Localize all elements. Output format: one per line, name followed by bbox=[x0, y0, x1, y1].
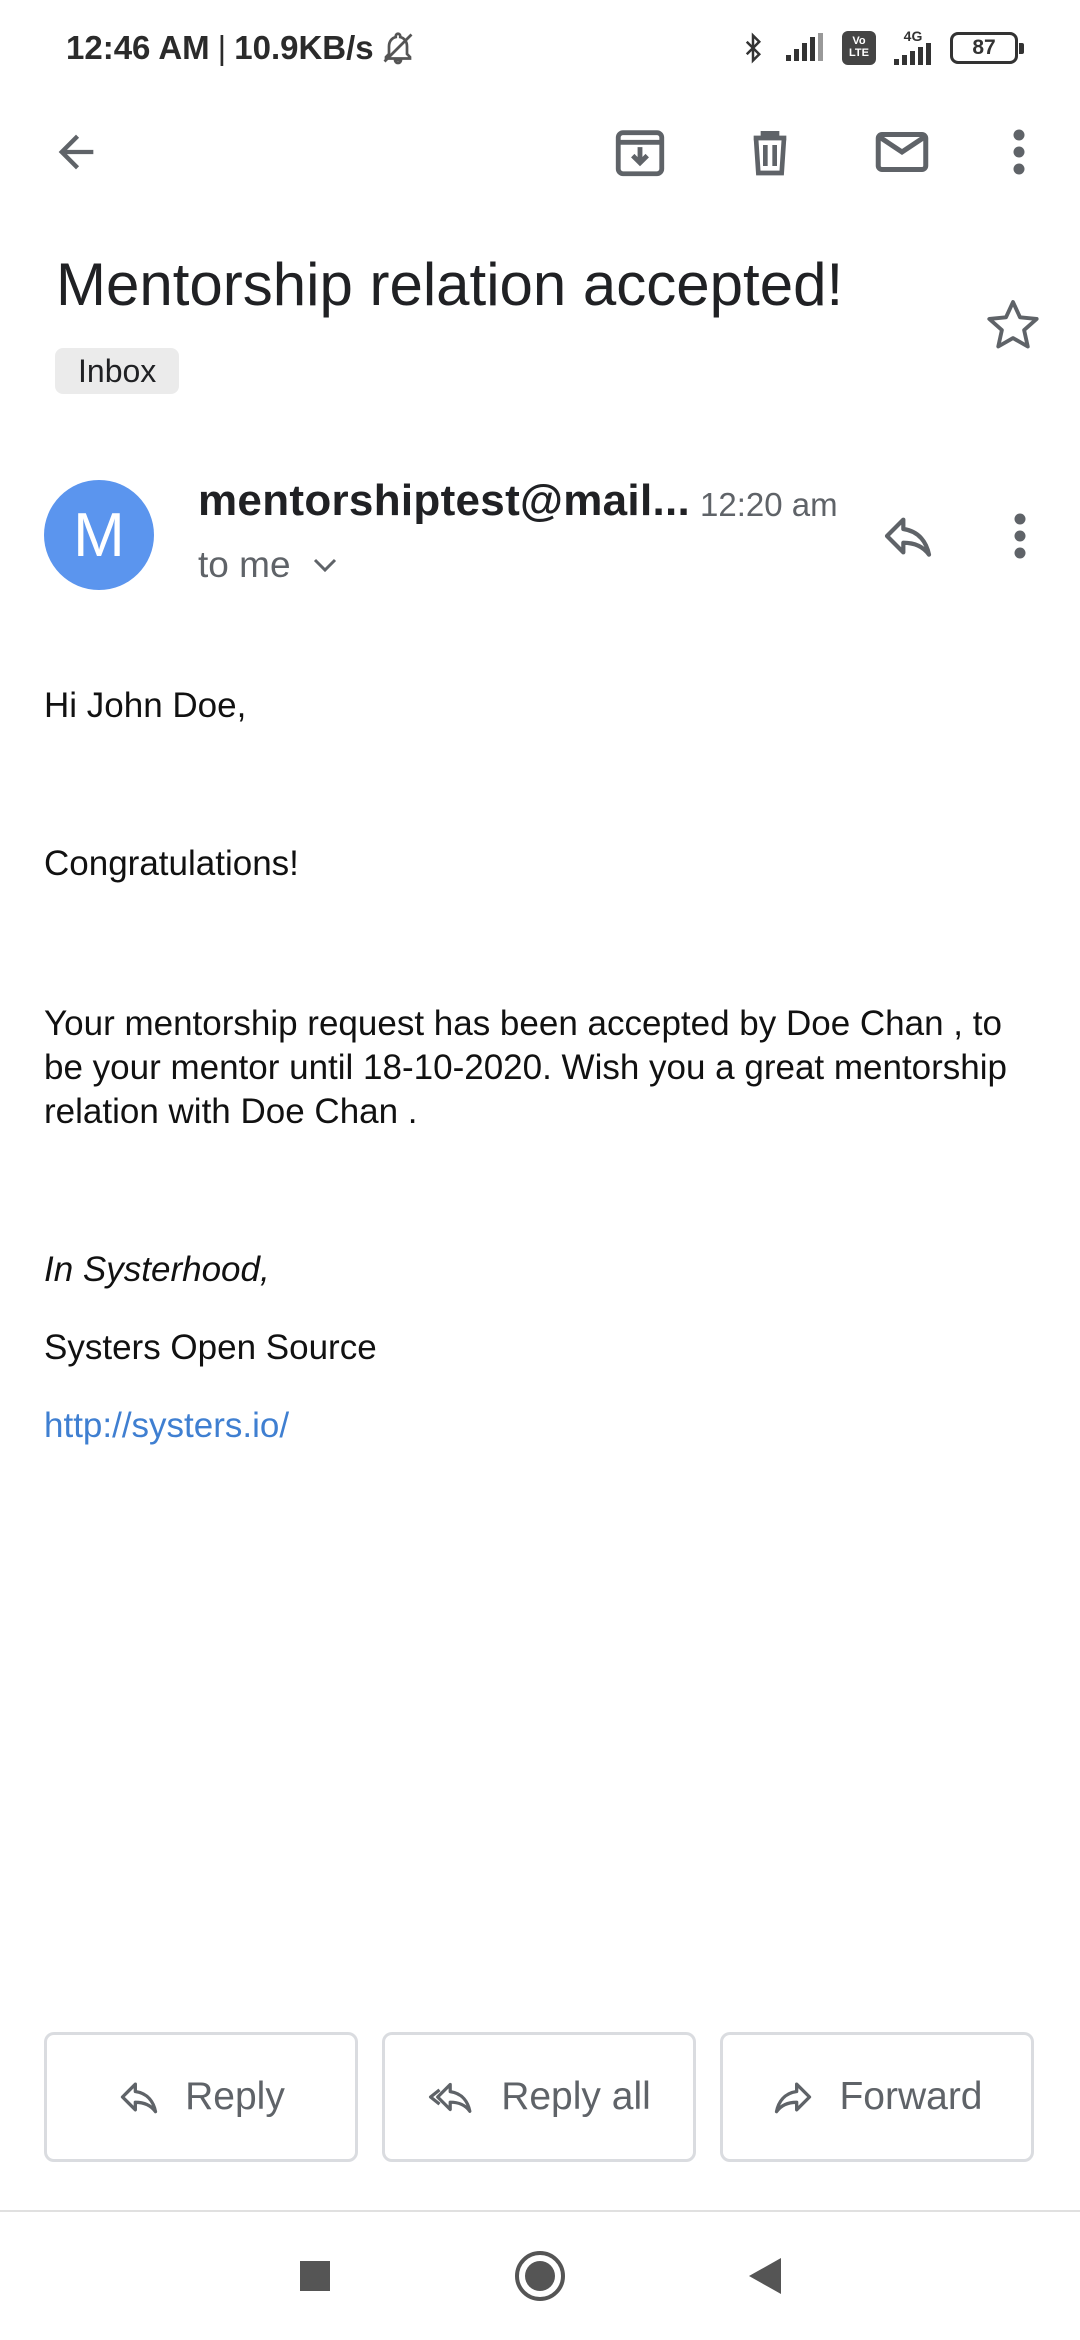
sent-time: 12:20 am bbox=[700, 486, 838, 523]
reply-icon-button[interactable] bbox=[872, 500, 944, 572]
battery-indicator: 87 bbox=[950, 32, 1024, 64]
email-congrats: Congratulations! bbox=[44, 844, 299, 883]
archive-icon bbox=[615, 130, 665, 177]
sender-avatar[interactable]: M bbox=[44, 480, 154, 590]
forward-button[interactable]: Forward bbox=[720, 2032, 1034, 2162]
mark-unread-button[interactable] bbox=[864, 110, 940, 194]
forward-icon bbox=[775, 2082, 812, 2114]
email-screen: 12:46 AM | 10.9KB/s Vo LTE 4G 87 Mentors… bbox=[0, 0, 1080, 2340]
archive-button[interactable] bbox=[602, 110, 678, 194]
reply-all-icon bbox=[429, 2082, 472, 2113]
back-nav-button[interactable] bbox=[720, 2212, 810, 2340]
recipient-label: to me bbox=[198, 544, 291, 585]
system-nav-bar bbox=[0, 2212, 1080, 2340]
back-triangle-icon bbox=[749, 2258, 781, 2294]
recents-button[interactable] bbox=[270, 2212, 360, 2340]
reply-label: Reply bbox=[185, 2075, 285, 2118]
sender-name[interactable]: mentorshiptest@mail.... bbox=[198, 476, 688, 526]
square-icon bbox=[300, 2261, 330, 2291]
star-button[interactable] bbox=[984, 296, 1042, 359]
home-circle-icon bbox=[515, 2251, 565, 2301]
reply-icon bbox=[884, 517, 932, 557]
more-vert-icon bbox=[1013, 129, 1025, 175]
message-more-button[interactable] bbox=[996, 500, 1044, 572]
more-vert-icon bbox=[1014, 513, 1026, 559]
action-bar bbox=[0, 110, 1080, 194]
volte-icon: Vo LTE bbox=[842, 31, 876, 65]
inbox-label-chip[interactable]: Inbox bbox=[55, 348, 180, 394]
reply-all-button[interactable]: Reply all bbox=[382, 2032, 696, 2162]
back-button[interactable] bbox=[38, 110, 114, 194]
email-greeting: Hi John Doe, bbox=[44, 686, 247, 725]
forward-label: Forward bbox=[839, 2075, 983, 2118]
status-separator: | bbox=[217, 29, 227, 66]
signal-4g-icon bbox=[894, 43, 931, 65]
network-4g: 4G bbox=[892, 29, 934, 67]
network-label: 4G bbox=[903, 28, 923, 44]
bluetooth-icon bbox=[745, 32, 762, 64]
reply-icon bbox=[120, 2082, 158, 2114]
systers-link[interactable]: http://systers.io/ bbox=[44, 1406, 289, 1446]
status-time: 12:46 AM bbox=[66, 29, 210, 66]
home-button[interactable] bbox=[495, 2212, 585, 2340]
email-body-main: Your mentorship request has been accepte… bbox=[44, 1004, 1008, 1131]
delete-button[interactable] bbox=[732, 110, 808, 194]
email-org: Systers Open Source bbox=[44, 1328, 377, 1367]
reply-all-label: Reply all bbox=[501, 2075, 651, 2118]
more-options-button[interactable] bbox=[990, 110, 1048, 194]
email-sign-off: In Systerhood, bbox=[44, 1250, 270, 1289]
email-subject: Mentorship relation accepted! bbox=[56, 251, 844, 318]
recipient-toggle[interactable]: to me bbox=[198, 544, 339, 586]
trash-icon bbox=[753, 131, 787, 176]
reply-button[interactable]: Reply bbox=[44, 2032, 358, 2162]
signal-icon bbox=[786, 33, 823, 61]
status-bar: 12:46 AM | 10.9KB/s Vo LTE 4G 87 bbox=[0, 0, 1080, 96]
chevron-down-icon bbox=[313, 558, 336, 573]
mail-icon bbox=[875, 132, 929, 172]
status-right: Vo LTE 4G 87 bbox=[738, 29, 1024, 67]
status-left: 12:46 AM | 10.9KB/s bbox=[66, 29, 416, 67]
network-speed: 10.9KB/s bbox=[234, 29, 374, 66]
bell-off-icon bbox=[383, 32, 413, 65]
back-arrow-icon bbox=[58, 134, 94, 170]
star-icon bbox=[987, 300, 1039, 349]
